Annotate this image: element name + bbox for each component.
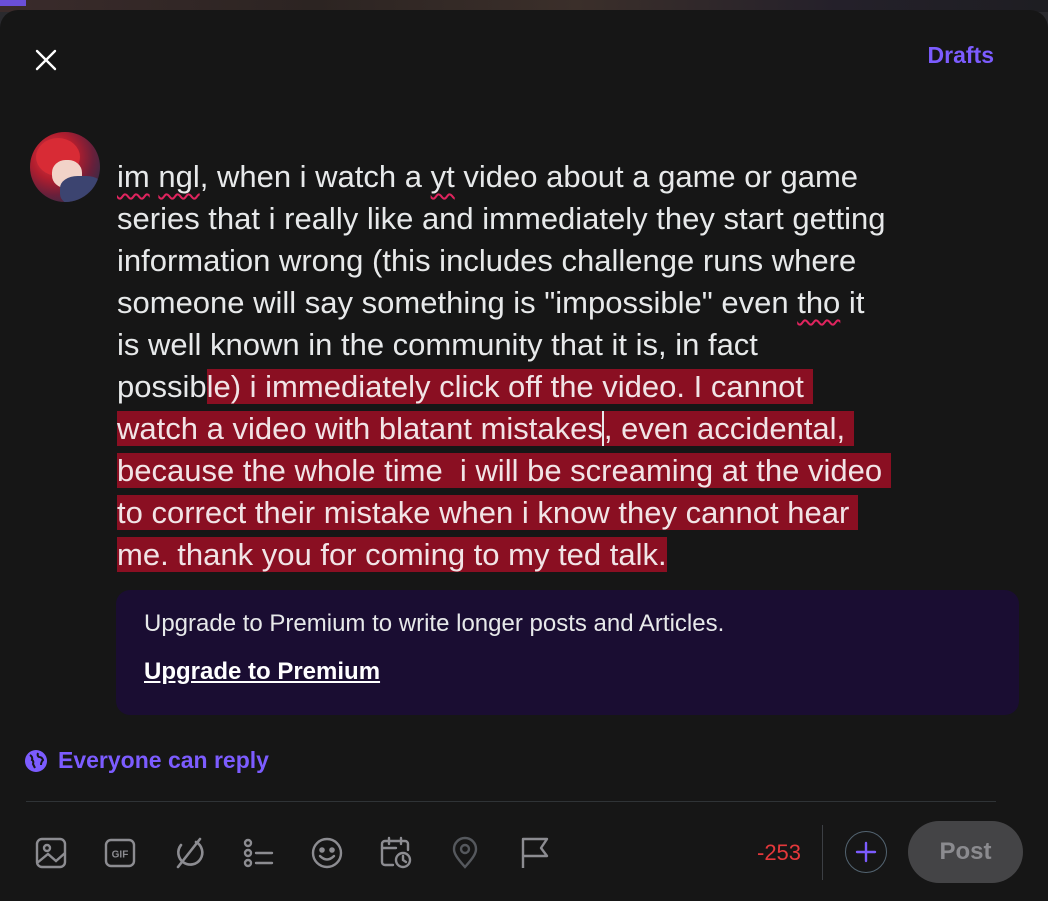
emoji-button[interactable]	[304, 830, 350, 876]
reply-settings-button[interactable]: Everyone can reply	[24, 747, 269, 774]
post-text-input[interactable]: im ngl, when i watch a yt video about a …	[117, 156, 1022, 576]
reply-settings-label: Everyone can reply	[58, 747, 269, 773]
post-text-line: is well known in the community that it i…	[117, 324, 1022, 366]
post-button[interactable]: Post	[908, 821, 1023, 883]
selected-text: , even accidental,	[603, 411, 854, 446]
text-run: series that i really like and immediatel…	[117, 201, 886, 236]
schedule-button[interactable]	[373, 830, 419, 876]
globe-icon	[24, 749, 48, 773]
drafts-button[interactable]: Drafts	[928, 42, 994, 69]
upgrade-premium-link[interactable]: Upgrade to Premium	[144, 658, 380, 686]
post-text-line: possible) i immediately click off the vi…	[117, 366, 1022, 408]
premium-message: Upgrade to Premium to write longer posts…	[144, 610, 725, 637]
misspelled-word: tho	[797, 285, 841, 320]
misspelled-word: yt	[430, 159, 455, 194]
flag-button[interactable]	[511, 830, 557, 876]
grok-icon	[176, 837, 204, 869]
emoji-icon	[311, 837, 343, 869]
selected-text: me. thank you for coming to my ted talk.	[117, 537, 667, 572]
background-accent	[0, 0, 26, 6]
selected-text: le) i immediately click off the video. I…	[206, 369, 813, 404]
selected-text: watch a video with blatant mistakes	[117, 411, 603, 446]
location-button[interactable]	[442, 830, 488, 876]
selected-text: to correct their mistake when i know the…	[117, 495, 858, 530]
text-run: possib	[117, 369, 207, 404]
poll-button[interactable]	[235, 830, 281, 876]
poll-icon	[243, 838, 274, 868]
svg-text:GIF: GIF	[112, 850, 129, 861]
text-run: information wrong (this includes challen…	[117, 243, 857, 278]
post-text-line: to correct their mistake when i know the…	[117, 492, 1022, 534]
post-text-line: information wrong (this includes challen…	[117, 240, 1022, 282]
text-run: , when i watch a	[199, 159, 431, 194]
character-counter: -253	[757, 840, 802, 865]
text-run: it	[840, 285, 865, 320]
text-run: someone will say something is "impossibl…	[117, 285, 798, 320]
media-button[interactable]	[28, 830, 74, 876]
selected-text: because the whole time i will be screami…	[117, 453, 891, 488]
post-text-line: im ngl, when i watch a yt video about a …	[117, 156, 1022, 198]
toolbar-separator	[822, 825, 823, 880]
grok-button[interactable]	[166, 830, 212, 876]
misspelled-word: ngl	[158, 159, 200, 194]
schedule-icon	[380, 836, 412, 869]
divider	[26, 801, 996, 802]
post-text-line: series that i really like and immediatel…	[117, 198, 1022, 240]
close-button[interactable]	[26, 40, 66, 80]
gif-icon: GIF	[104, 838, 136, 868]
premium-upsell-banner: Upgrade to Premium to write longer posts…	[116, 590, 1019, 715]
location-icon	[452, 836, 478, 869]
text-run: is well known in the community that it i…	[117, 327, 758, 362]
post-text-line: because the whole time i will be screami…	[117, 450, 1022, 492]
post-text-line: me. thank you for coming to my ted talk.	[117, 534, 1022, 576]
gif-button[interactable]: GIF	[97, 830, 143, 876]
image-icon	[35, 837, 67, 869]
text-run: video about a game or game	[454, 159, 859, 194]
plus-icon	[855, 841, 877, 863]
user-avatar[interactable]	[30, 132, 100, 202]
post-text-line: someone will say something is "impossibl…	[117, 282, 1022, 324]
compose-toolbar: GIF	[28, 830, 580, 876]
compose-post-dialog: Drafts im ngl, when i watch a yt video a…	[0, 10, 1048, 901]
avatar-coat	[60, 176, 100, 202]
misspelled-word: im	[117, 159, 150, 194]
close-icon	[35, 49, 57, 71]
add-post-button[interactable]	[845, 831, 887, 873]
post-text-line: watch a video with blatant mistakes, eve…	[117, 408, 1022, 450]
flag-icon	[521, 837, 549, 868]
